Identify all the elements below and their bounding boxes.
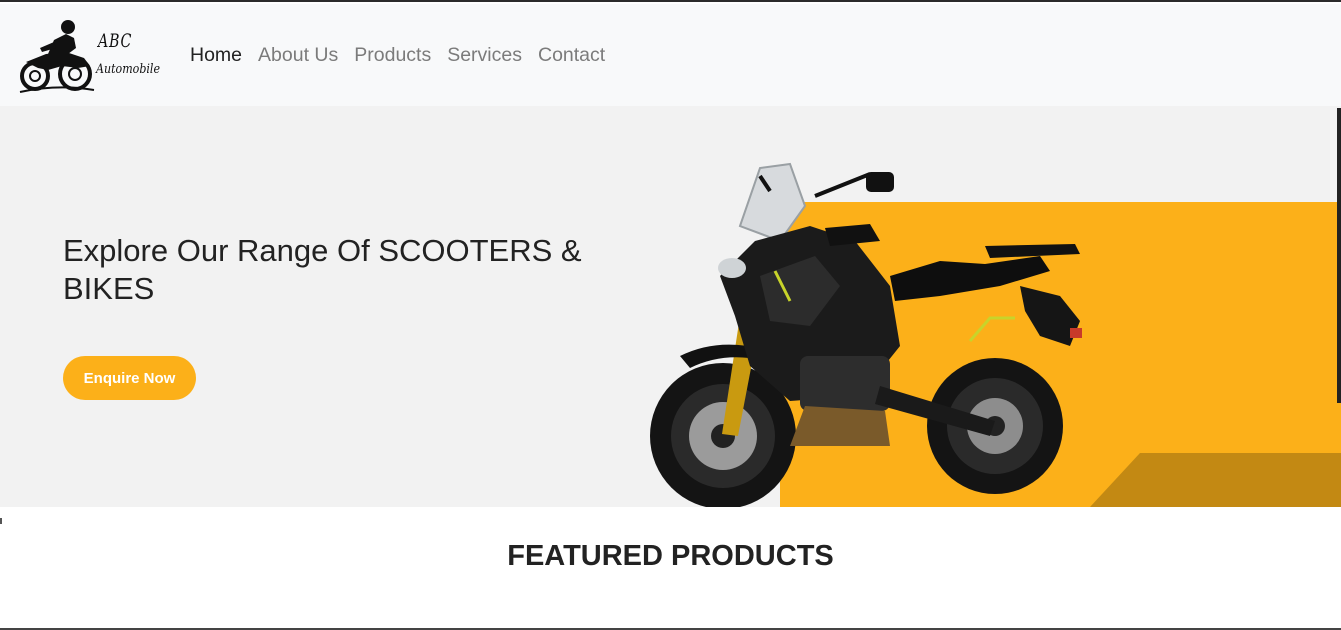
page-left-marker bbox=[0, 518, 2, 524]
adventure-motorcycle-image bbox=[650, 162, 1082, 507]
brand-name: ABC bbox=[98, 30, 133, 52]
nav-link-services[interactable]: Services bbox=[439, 42, 530, 68]
brand-subtitle: Automobile bbox=[96, 62, 161, 77]
nav-link-products[interactable]: Products bbox=[346, 42, 439, 68]
nav-link-about-us[interactable]: About Us bbox=[250, 42, 346, 68]
enquire-now-button[interactable]: Enquire Now bbox=[63, 356, 196, 400]
navbar: ABC Automobile Home About Us Products Se… bbox=[0, 4, 1341, 106]
page-right-border bbox=[1337, 108, 1341, 403]
nav-link-home[interactable]: Home bbox=[182, 42, 250, 68]
brand-logo-link[interactable]: ABC Automobile bbox=[18, 18, 168, 94]
hero-banner: Explore Our Range Of SCOOTERS & BIKES En… bbox=[0, 106, 1341, 507]
motorcycle-rider-logo-icon bbox=[19, 20, 95, 93]
featured-products-heading: FEATURED PRODUCTS bbox=[507, 540, 834, 572]
main-nav: Home About Us Products Services Contact bbox=[182, 42, 613, 68]
nav-link-contact[interactable]: Contact bbox=[530, 42, 613, 68]
hero-title: Explore Our Range Of SCOOTERS & BIKES bbox=[63, 233, 582, 306]
